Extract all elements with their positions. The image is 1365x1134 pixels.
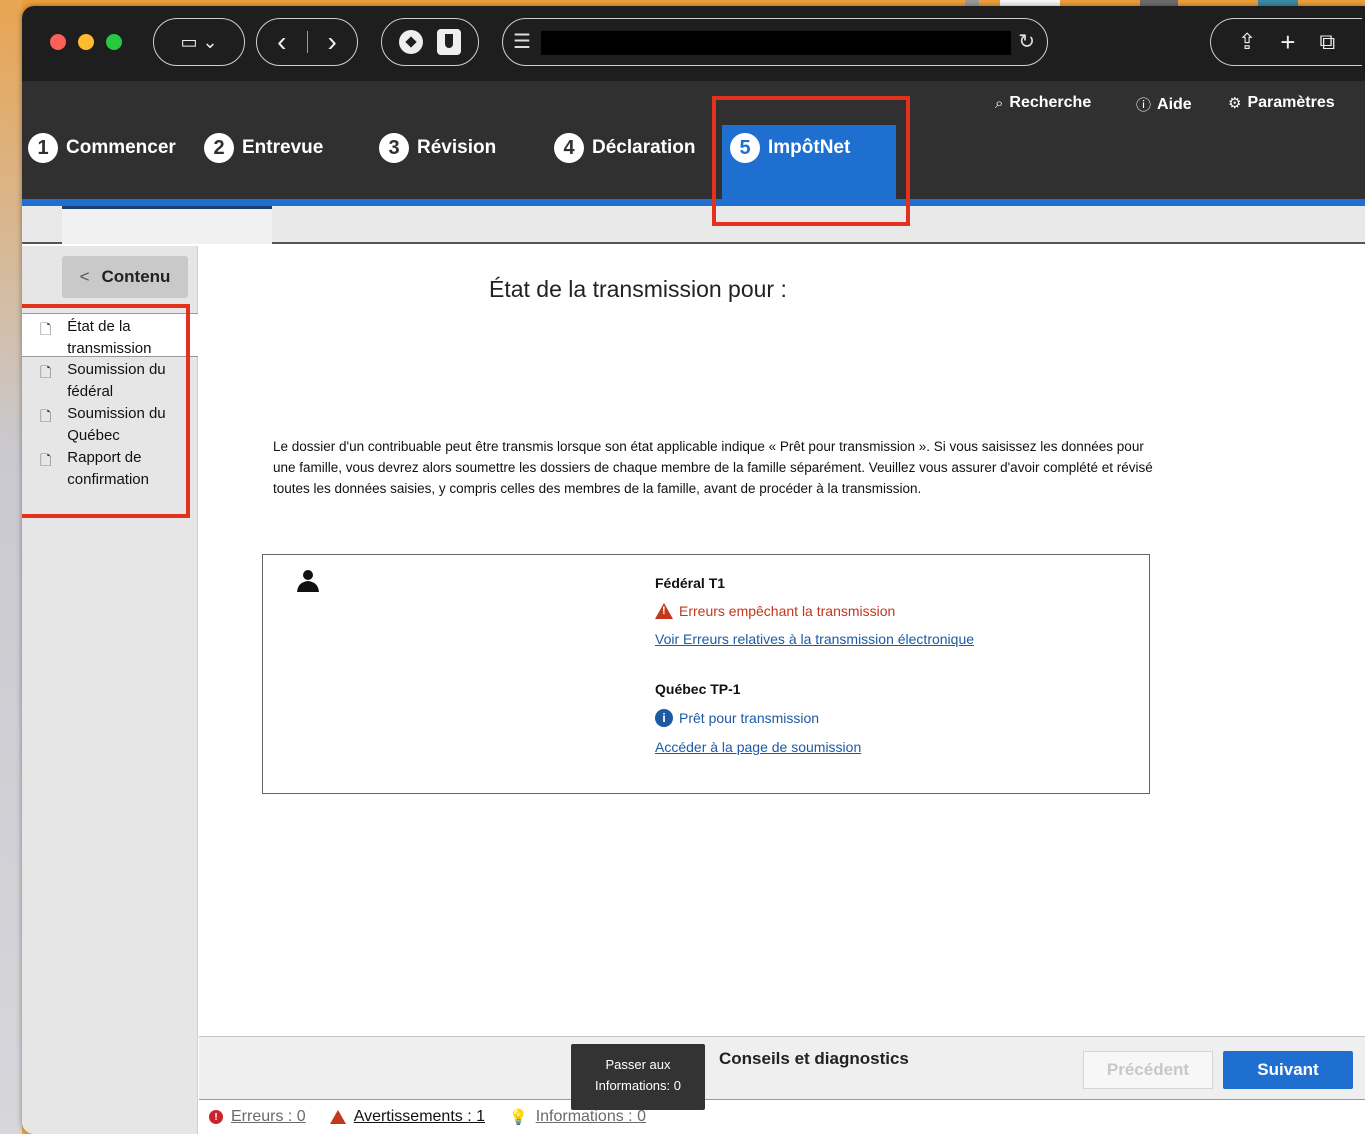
intro-paragraph: Le dossier d'un contribuable peut être t… [273,439,1153,496]
sub-tab-active[interactable] [62,206,272,244]
address-menu-icon: ☰ [513,31,531,53]
help-icon: ⓘ [1136,97,1152,114]
step-entrevue[interactable]: 2 Entrevue [204,133,323,163]
main-content: État de la transmission pour : Le dossie… [199,246,1365,1036]
window-actions: ⇪ + ⧉ [1210,18,1362,66]
address-bar[interactable]: ☰ ↻ [502,18,1048,66]
redacted-url [541,31,1011,55]
quebec-heading: Québec TP-1 [655,681,741,697]
page-title: État de la transmission pour : [489,276,787,302]
quebec-status-text: Prêt pour transmission [679,710,820,726]
sub-tab-bar [22,206,1365,244]
infos-item[interactable]: 💡 Informations : 0 [509,1108,646,1126]
util-search[interactable]: ⌕ Recherche [995,94,1091,112]
previous-button[interactable]: Précédent [1083,1051,1213,1089]
transmission-status-box: Fédéral T1 Erreurs empêchant la transmis… [262,554,1150,794]
tooltip-line: Informations: 0 [595,1078,681,1093]
warning-icon [329,1110,346,1124]
forward-icon[interactable]: › [328,26,337,58]
desktop-strip-left [0,0,22,1134]
step-number: 1 [28,133,58,163]
minimize-window-button[interactable] [78,34,94,50]
annotation-box-sidebar [22,304,190,518]
sidebar-icon: ▭ ⌄ [180,31,218,52]
warning-icon [655,603,673,619]
step-revision[interactable]: 3 Révision [379,133,496,163]
return-status-column: Fédéral T1 Erreurs empêchant la transmis… [655,575,974,755]
lightbulb-icon: 💡 [509,1109,528,1126]
sidebar-toggle-button[interactable]: ▭ ⌄ [153,18,245,66]
step-declaration[interactable]: 4 Déclaration [554,133,695,163]
infos-link[interactable]: Informations : 0 [536,1108,646,1126]
step-number: 3 [379,133,409,163]
util-search-label: Recherche [1009,94,1092,111]
content-toggle-button[interactable]: < Contenu [62,256,188,298]
util-help[interactable]: ⓘ Aide [1136,94,1192,115]
federal-status: Erreurs empêchant la transmission [655,603,974,619]
new-tab-icon[interactable]: + [1280,27,1295,58]
reload-icon[interactable]: ↻ [1018,29,1035,54]
nav-buttons: ‹ › [256,18,358,66]
errors-link[interactable]: Erreurs : 0 [231,1108,306,1126]
next-button[interactable]: Suivant [1223,1051,1353,1089]
close-window-button[interactable] [50,34,66,50]
federal-status-text: Erreurs empêchant la transmission [679,603,896,619]
footer-bar: Conseils et diagnostics Précédent Suivan… [199,1036,1365,1100]
util-help-label: Aide [1157,95,1192,113]
share-icon[interactable]: ⇪ [1238,29,1256,55]
step-commencer[interactable]: 1 Commencer [28,133,176,163]
search-icon: ⌕ [995,94,1004,112]
errors-item[interactable]: ! Erreurs : 0 [209,1108,306,1126]
extension-icon[interactable] [399,30,423,54]
federal-errors-link[interactable]: Voir Erreurs relatives à la transmission… [655,631,974,647]
step-label: Révision [417,137,497,158]
content-toggle-label: Contenu [101,267,171,286]
zoom-window-button[interactable] [106,34,122,50]
warnings-item[interactable]: Avertissements : 1 [329,1108,485,1126]
diagnostics-bar: ! Erreurs : 0 Avertissements : 1 💡 Infor… [199,1100,1365,1134]
quebec-status: i Prêt pour transmission [655,709,974,727]
util-settings[interactable]: ⚙ Paramètres [1228,94,1335,112]
browser-window: ▭ ⌄ ‹ › ☰ ↻ ⇪ + ⧉ ⌕ Recherche ⓘ Aide ⚙ P… [22,6,1365,1134]
app-header: ⌕ Recherche ⓘ Aide ⚙ Paramètres 1 Commen… [22,81,1365,209]
chevron-left-icon: < [79,267,90,286]
tooltip-line: Passer aux [605,1057,671,1072]
step-number: 2 [204,133,234,163]
step-label: Entrevue [242,137,324,158]
back-icon[interactable]: ‹ [277,26,286,58]
util-settings-label: Paramètres [1247,94,1335,111]
gear-icon: ⚙ [1228,95,1242,112]
extensions-group [381,18,479,66]
header-accent-bar [22,199,1365,206]
tooltip: Passer aux Informations: 0 [571,1044,705,1110]
error-icon: ! [209,1110,223,1124]
conseils-diagnostics-title[interactable]: Conseils et diagnostics [719,1049,909,1069]
info-icon: i [655,709,673,727]
federal-heading: Fédéral T1 [655,575,726,591]
tab-overview-icon[interactable]: ⧉ [1319,29,1335,55]
annotation-box-impotnet [712,96,910,226]
step-label: Commencer [66,137,176,158]
step-label: Déclaration [592,137,696,158]
quebec-submission-link[interactable]: Accéder à la page de soumission [655,739,974,755]
browser-toolbar: ▭ ⌄ ‹ › ☰ ↻ ⇪ + ⧉ [22,6,1365,81]
step-number: 4 [554,133,584,163]
warnings-link[interactable]: Avertissements : 1 [354,1108,485,1126]
person-icon [295,569,321,600]
password-manager-icon[interactable] [437,29,461,55]
